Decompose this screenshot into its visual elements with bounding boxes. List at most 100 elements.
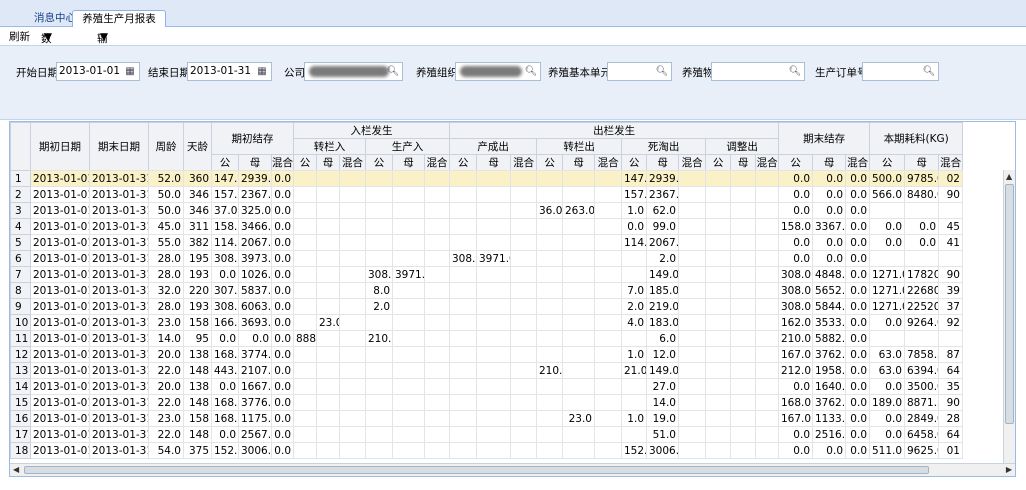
table-cell: 0.0 bbox=[845, 250, 870, 267]
table-row[interactable]: 172013-01-012013-01-3122.01480.02567.00.… bbox=[10, 426, 963, 443]
table-cell: 4.0 bbox=[621, 314, 647, 331]
table-cell: 2013-01-31 bbox=[89, 330, 149, 347]
table-row[interactable]: 82013-01-012013-01-3132.0220307.05837.00… bbox=[10, 282, 963, 299]
header-opening: 期初结存 bbox=[210, 122, 295, 155]
table-cell bbox=[339, 362, 366, 379]
table-cell bbox=[293, 186, 317, 203]
table-cell bbox=[339, 330, 366, 347]
table-cell bbox=[449, 186, 477, 203]
table-row[interactable]: 11 2013-01-01 2013-01-31 14.0 95 0.0 0.0 0.0 888… bbox=[10, 330, 963, 347]
search-icon[interactable]: 🔍︎ bbox=[653, 63, 671, 80]
table-row[interactable]: 162013-01-012013-01-3123.0158168.01175.0… bbox=[10, 410, 963, 427]
table-cell bbox=[293, 394, 317, 411]
table-cell bbox=[510, 378, 537, 395]
filter-panel: 开始日期 2013-01-01 ▦ 结束日期 2013-01-31 ▦ 公司 🔍︎ … bbox=[0, 45, 1026, 120]
table-cell bbox=[424, 170, 450, 187]
table-row[interactable]: 22013-01-012013-01-3150.0346157.02367.00… bbox=[10, 186, 963, 203]
scroll-up-icon[interactable]: ▲ bbox=[1006, 172, 1012, 181]
table-cell bbox=[904, 250, 939, 267]
table-cell bbox=[678, 410, 706, 427]
table-row[interactable]: 3 2013-01-01 2013-01-31 50.0 346 37.0 325.0 0.0… bbox=[10, 202, 963, 219]
table-row[interactable]: 62013-01-012013-01-3128.0195308.03973.00… bbox=[10, 250, 963, 267]
horizontal-scrollbar[interactable]: ◀ ▶ bbox=[10, 463, 1015, 476]
table-cell: 148 bbox=[183, 426, 212, 443]
table-row[interactable]: 182013-01-012013-01-3154.0375152.03006.0… bbox=[10, 442, 963, 459]
table-cell bbox=[316, 442, 340, 459]
table-cell bbox=[562, 394, 595, 411]
table-row[interactable]: 132013-01-012013-01-3122.0148443.02107.0… bbox=[10, 362, 963, 379]
table-row[interactable]: 92013-01-012013-01-3128.0193308.06063.00… bbox=[10, 298, 963, 315]
search-icon[interactable]: 🔍︎ bbox=[786, 63, 804, 80]
header-day-age[interactable]: 天龄 bbox=[183, 122, 212, 171]
table-cell bbox=[536, 442, 563, 459]
table-cell: 308.0 bbox=[778, 282, 813, 299]
table-cell: 158.0 bbox=[211, 218, 239, 235]
header-week-age[interactable]: 周龄 bbox=[148, 122, 184, 171]
header-production-in: 生产入 bbox=[365, 138, 451, 155]
header-start-date[interactable]: 期初日期 bbox=[30, 122, 90, 171]
row-number: 8 bbox=[10, 282, 31, 299]
calendar-icon[interactable]: ▦ bbox=[121, 63, 139, 80]
menu-refresh[interactable]: 刷新 bbox=[9, 29, 30, 44]
table-cell bbox=[510, 298, 537, 315]
table-row[interactable]: 12013-01-012013-01-3152.0360147.02939.00… bbox=[10, 170, 963, 187]
table-cell bbox=[678, 234, 706, 251]
table-cell bbox=[392, 298, 425, 315]
end-date-field[interactable]: 2013-01-31 ▦ bbox=[187, 62, 272, 81]
table-cell: 9785.0 bbox=[904, 170, 939, 187]
table-row[interactable]: 102013-01-012013-01-3123.0158166.03693.0… bbox=[10, 314, 963, 331]
search-icon[interactable]: 🔍︎ bbox=[522, 63, 540, 80]
table-cell: 8871.5 bbox=[904, 394, 939, 411]
header-end-date[interactable]: 期末日期 bbox=[89, 122, 149, 171]
table-cell: 8.0 bbox=[365, 282, 393, 299]
start-date-field[interactable]: 2013-01-01 ▦ bbox=[56, 62, 140, 81]
order-field[interactable]: 🔍︎ bbox=[862, 62, 939, 81]
scroll-thumb[interactable] bbox=[24, 466, 929, 474]
table-cell bbox=[755, 314, 779, 331]
table-row[interactable]: 52013-01-012013-01-3155.0382114.02067.00… bbox=[10, 234, 963, 251]
row-number: 6 bbox=[10, 250, 31, 267]
table-cell: 346 bbox=[183, 186, 212, 203]
subheader-male: 公 bbox=[778, 154, 814, 171]
vertical-scrollbar[interactable]: ▲ bbox=[1003, 170, 1015, 464]
table-cell bbox=[293, 202, 317, 219]
table-cell: 0.0 bbox=[869, 218, 905, 235]
table-cell bbox=[594, 314, 622, 331]
table-cell: 90 bbox=[938, 394, 963, 411]
scroll-thumb[interactable] bbox=[1005, 184, 1014, 424]
table-cell bbox=[392, 346, 425, 363]
search-icon[interactable]: 🔍︎ bbox=[384, 63, 402, 80]
table-cell: 20.0 bbox=[148, 378, 184, 395]
table-cell: 3533.0 bbox=[812, 314, 846, 331]
table-row[interactable]: 42013-01-012013-01-3145.0311158.03466.00… bbox=[10, 218, 963, 235]
table-cell bbox=[392, 378, 425, 395]
org-field[interactable]: 🔍︎ bbox=[455, 62, 541, 81]
table-cell bbox=[476, 362, 511, 379]
tab-monthly-report[interactable]: 养殖生产月报表 bbox=[72, 10, 166, 27]
table-cell bbox=[449, 170, 477, 187]
table-cell: 0.0 bbox=[845, 394, 870, 411]
table-row[interactable]: 152013-01-012013-01-3122.0148168.03776.0… bbox=[10, 394, 963, 411]
table-cell: 0.0 bbox=[869, 426, 905, 443]
table-cell: 2.0 bbox=[621, 298, 647, 315]
table-cell bbox=[365, 394, 393, 411]
table-row[interactable]: 72013-01-012013-01-3128.01930.01026.00.0… bbox=[10, 266, 963, 283]
table-cell: 148 bbox=[183, 394, 212, 411]
table-cell bbox=[621, 426, 647, 443]
calendar-icon[interactable]: ▦ bbox=[253, 63, 271, 80]
table-cell bbox=[705, 282, 731, 299]
table-cell: 0.0 bbox=[271, 266, 294, 283]
table-cell bbox=[730, 378, 756, 395]
table-cell bbox=[293, 266, 317, 283]
table-cell bbox=[562, 266, 595, 283]
scroll-left-icon[interactable]: ◀ bbox=[13, 465, 19, 474]
table-cell bbox=[293, 378, 317, 395]
object-field[interactable]: 🔍︎ bbox=[711, 62, 805, 81]
unit-field[interactable]: 🔍︎ bbox=[607, 62, 672, 81]
table-row[interactable]: 142013-01-012013-01-3120.01380.01667.00.… bbox=[10, 378, 963, 395]
table-cell: 28 bbox=[938, 410, 963, 427]
scroll-right-icon[interactable]: ▶ bbox=[1006, 465, 1012, 474]
search-icon[interactable]: 🔍︎ bbox=[920, 63, 938, 80]
table-row[interactable]: 122013-01-012013-01-3120.0138168.03774.0… bbox=[10, 346, 963, 363]
company-field[interactable]: 🔍︎ bbox=[304, 62, 403, 81]
